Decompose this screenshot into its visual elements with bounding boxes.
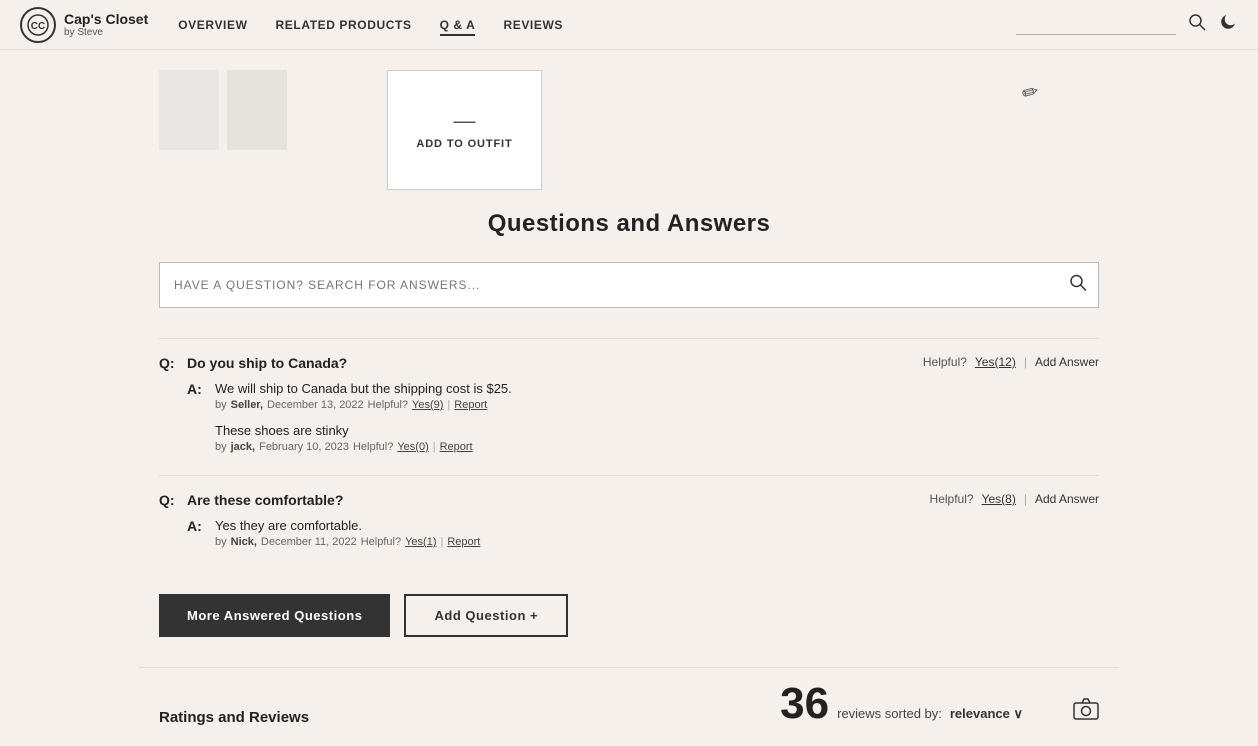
svg-text:CC: CC [31,21,45,32]
logo-circle: CC [20,7,56,43]
qa-question-row-1: Q: Do you ship to Canada? Helpful? Yes(1… [159,355,1099,371]
qa-answer-meta-2-1: by Nick, December 11, 2022 Helpful? Yes(… [215,536,1099,548]
navbar: CC Cap's Closet by Steve OVERVIEW RELATE… [0,0,1258,50]
nav-link-qa[interactable]: Q & A [440,18,476,36]
nav-link-related[interactable]: RELATED PRODUCTS [276,18,412,32]
qa-meta-date-1-2: February 10, 2023 [259,441,349,453]
qa-helpful-yes-1[interactable]: Yes(12) [975,355,1016,369]
nav-links: OVERVIEW RELATED PRODUCTS Q & A REVIEWS [178,16,563,34]
qa-question-text-1: Do you ship to Canada? [187,355,347,371]
qa-answer-row-2-1: A: Yes they are comfortable. by Nick, De… [187,518,1099,548]
add-outfit-label: ADD TO OUTFIT [416,138,512,150]
qa-answer-row-1-2: These shoes are stinky by jack, February… [187,423,1099,453]
nav-item-reviews[interactable]: REVIEWS [503,16,563,34]
reviews-count-area: 36 reviews sorted by: relevance ∨ [780,682,1023,726]
qa-section: Questions and Answers Q: Do you ship to … [0,190,1258,746]
qa-add-answer-2[interactable]: Add Answer [1035,492,1099,506]
reviews-sorted-text: reviews sorted by: [837,706,942,721]
qa-meta-report-2-1[interactable]: Report [447,536,480,548]
qa-meta-by-1-1: by [215,399,227,411]
qa-helpful-area-1: Helpful? Yes(12) | Add Answer [923,355,1099,369]
qa-answer-content-1-1: We will ship to Canada but the shipping … [215,381,1099,411]
qa-meta-pipe-2-1: | [440,536,443,548]
qa-question-text-2: Are these comfortable? [187,492,343,508]
relevance-sort-link[interactable]: relevance ∨ [950,706,1023,722]
qa-answers-2: A: Yes they are comfortable. by Nick, De… [159,508,1099,566]
more-answered-questions-button[interactable]: More Answered Questions [159,594,390,637]
qa-meta-yes-2-1[interactable]: Yes(1) [405,536,436,548]
qa-buttons-row: More Answered Questions Add Question + [159,594,1099,637]
logo-subtitle: by Steve [64,27,148,38]
qa-helpful-label-2: Helpful? [930,492,974,506]
qa-meta-pipe-1-1: | [447,399,450,411]
qa-q-text-2: Q: Are these comfortable? [159,492,343,508]
plus-icon: — [454,110,476,132]
nav-search-input[interactable] [1016,15,1176,35]
nav-item-related[interactable]: RELATED PRODUCTS [276,16,412,34]
qa-answer-text-1-1: We will ship to Canada but the shipping … [215,381,1099,396]
qa-helpful-label-1: Helpful? [923,355,967,369]
qa-q-text-1: Q: Do you ship to Canada? [159,355,347,371]
qa-meta-by-2-1: by [215,536,227,548]
logo-title: Cap's Closet [64,11,148,27]
qa-meta-date-1-1: December 13, 2022 [267,399,364,411]
qa-helpful-yes-2[interactable]: Yes(8) [982,492,1016,506]
ratings-label: Ratings and Reviews [159,709,309,726]
add-question-button[interactable]: Add Question + [404,594,568,637]
qa-question-row-2: Q: Are these comfortable? Helpful? Yes(8… [159,492,1099,508]
qa-add-answer-1[interactable]: Add Answer [1035,355,1099,369]
qa-search-wrap [159,262,1099,308]
dark-mode-icon[interactable] [1218,12,1238,37]
nav-search-icon[interactable] [1188,13,1206,36]
qa-q-label-1: Q: [159,355,181,371]
qa-meta-helpful-1-1: Helpful? [368,399,408,411]
qa-meta-pipe-1-2: | [433,441,436,453]
qa-meta-yes-1-2[interactable]: Yes(0) [397,441,428,453]
qa-answers-1: A: We will ship to Canada but the shippi… [159,371,1099,471]
qa-meta-yes-1-1[interactable]: Yes(9) [412,399,443,411]
nav-right [1016,12,1238,37]
qa-a-label-1-1: A: [187,381,209,397]
qa-meta-author-1-2: jack, [231,441,255,453]
qa-meta-date-2-1: December 11, 2022 [261,536,357,548]
qa-answer-text-1-2: These shoes are stinky [215,423,1099,438]
nav-item-qa[interactable]: Q & A [440,16,476,34]
camera-icon[interactable] [1073,698,1099,726]
qa-answer-meta-1-2: by jack, February 10, 2023 Helpful? Yes(… [215,441,1099,453]
qa-meta-by-1-2: by [215,441,227,453]
ratings-row: Ratings and Reviews 36 reviews sorted by… [159,682,1099,726]
qa-meta-author-2-1: Nick, [231,536,257,548]
qa-divider-2: | [1024,492,1027,506]
qa-meta-helpful-2-1: Helpful? [361,536,401,548]
logo[interactable]: CC Cap's Closet by Steve [20,7,148,43]
logo-text: Cap's Closet by Steve [64,11,148,38]
qa-q-label-2: Q: [159,492,181,508]
qa-a-label-2-1: A: [187,518,209,534]
nav-link-reviews[interactable]: REVIEWS [503,18,563,32]
qa-answer-text-2-1: Yes they are comfortable. [215,518,1099,533]
add-to-outfit-box[interactable]: — ADD TO OUTFIT [387,70,542,190]
qa-meta-helpful-1-2: Helpful? [353,441,393,453]
top-image-area: — ADD TO OUTFIT ✏ [0,50,1258,190]
qa-meta-author-1-1: Seller, [231,399,263,411]
qa-entry-1: Q: Do you ship to Canada? Helpful? Yes(1… [159,338,1099,475]
qa-answer-row-1-1: A: We will ship to Canada but the shippi… [187,381,1099,411]
qa-answer-meta-1-1: by Seller, December 13, 2022 Helpful? Ye… [215,399,1099,411]
qa-helpful-area-2: Helpful? Yes(8) | Add Answer [930,492,1099,506]
nav-link-overview[interactable]: OVERVIEW [178,18,247,32]
qa-entry-2: Q: Are these comfortable? Helpful? Yes(8… [159,475,1099,570]
qa-meta-report-1-1[interactable]: Report [454,399,487,411]
ratings-section: Ratings and Reviews 36 reviews sorted by… [139,667,1119,726]
qa-title: Questions and Answers [159,210,1099,238]
qa-answer-content-2-1: Yes they are comfortable. by Nick, Decem… [215,518,1099,548]
pencil-icon: ✏ [1019,78,1042,106]
qa-meta-report-1-2[interactable]: Report [440,441,473,453]
qa-search-button[interactable] [1069,274,1087,297]
nav-item-overview[interactable]: OVERVIEW [178,16,247,34]
qa-search-input[interactable] [159,262,1099,308]
qa-container: Questions and Answers Q: Do you ship to … [139,210,1119,637]
reviews-count: 36 [780,682,829,726]
qa-answer-content-1-2: These shoes are stinky by jack, February… [215,423,1099,453]
qa-divider-1: | [1024,355,1027,369]
